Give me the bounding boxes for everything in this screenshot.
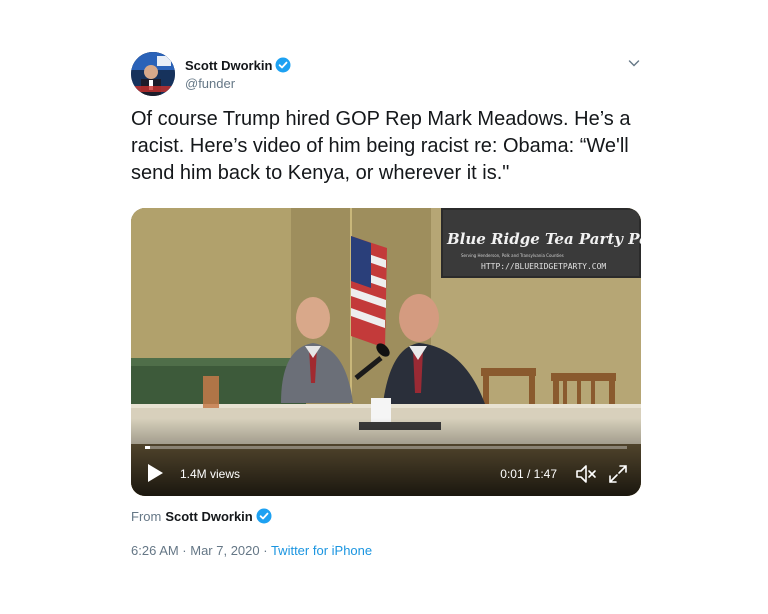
- tweet-header: Scott Dworkin @funder: [131, 52, 641, 96]
- timestamp[interactable]: 6:26 AM · Mar 7, 2020 ·: [131, 543, 271, 558]
- mute-icon[interactable]: [574, 463, 598, 485]
- verified-icon: [256, 508, 272, 524]
- from-name[interactable]: Scott Dworkin: [165, 509, 252, 524]
- tweet-card: Scott Dworkin @funder Of course Trump hi…: [131, 52, 641, 558]
- chevron-down-icon[interactable]: [627, 56, 641, 70]
- verified-icon: [275, 57, 291, 73]
- fullscreen-icon[interactable]: [607, 463, 629, 485]
- author-handle[interactable]: @funder: [185, 76, 291, 91]
- author-block: Scott Dworkin @funder: [185, 57, 291, 91]
- play-icon[interactable]: [145, 462, 165, 484]
- flag: [351, 236, 387, 348]
- video-time: 0:01 / 1:47: [500, 467, 557, 481]
- tweet-meta: 6:26 AM · Mar 7, 2020 · Twitter for iPho…: [131, 543, 372, 558]
- video-controls: 1.4M views 0:01 / 1:47: [131, 452, 641, 496]
- author-name[interactable]: Scott Dworkin: [185, 58, 272, 73]
- from-attribution: From Scott Dworkin: [131, 508, 272, 524]
- avatar[interactable]: [131, 52, 175, 96]
- banner-title: Blue Ridge Tea Party Patr: [446, 230, 641, 248]
- banner-subtitle: Serving Henderson, Polk and Transylvania…: [461, 253, 564, 258]
- banner: Blue Ridge Tea Party Patr Serving Hender…: [441, 208, 641, 278]
- video-player[interactable]: Blue Ridge Tea Party Patr Serving Hender…: [131, 208, 641, 496]
- view-count: 1.4M views: [180, 467, 241, 481]
- source-link[interactable]: Twitter for iPhone: [271, 543, 372, 558]
- banner-url: HTTP://BLUERIDGETPARTY.COM: [481, 262, 606, 271]
- progress-fill: [145, 446, 150, 449]
- tweet-text: Of course Trump hired GOP Rep Mark Meado…: [131, 108, 631, 184]
- from-label: From: [131, 508, 162, 524]
- progress-bar[interactable]: [145, 446, 627, 449]
